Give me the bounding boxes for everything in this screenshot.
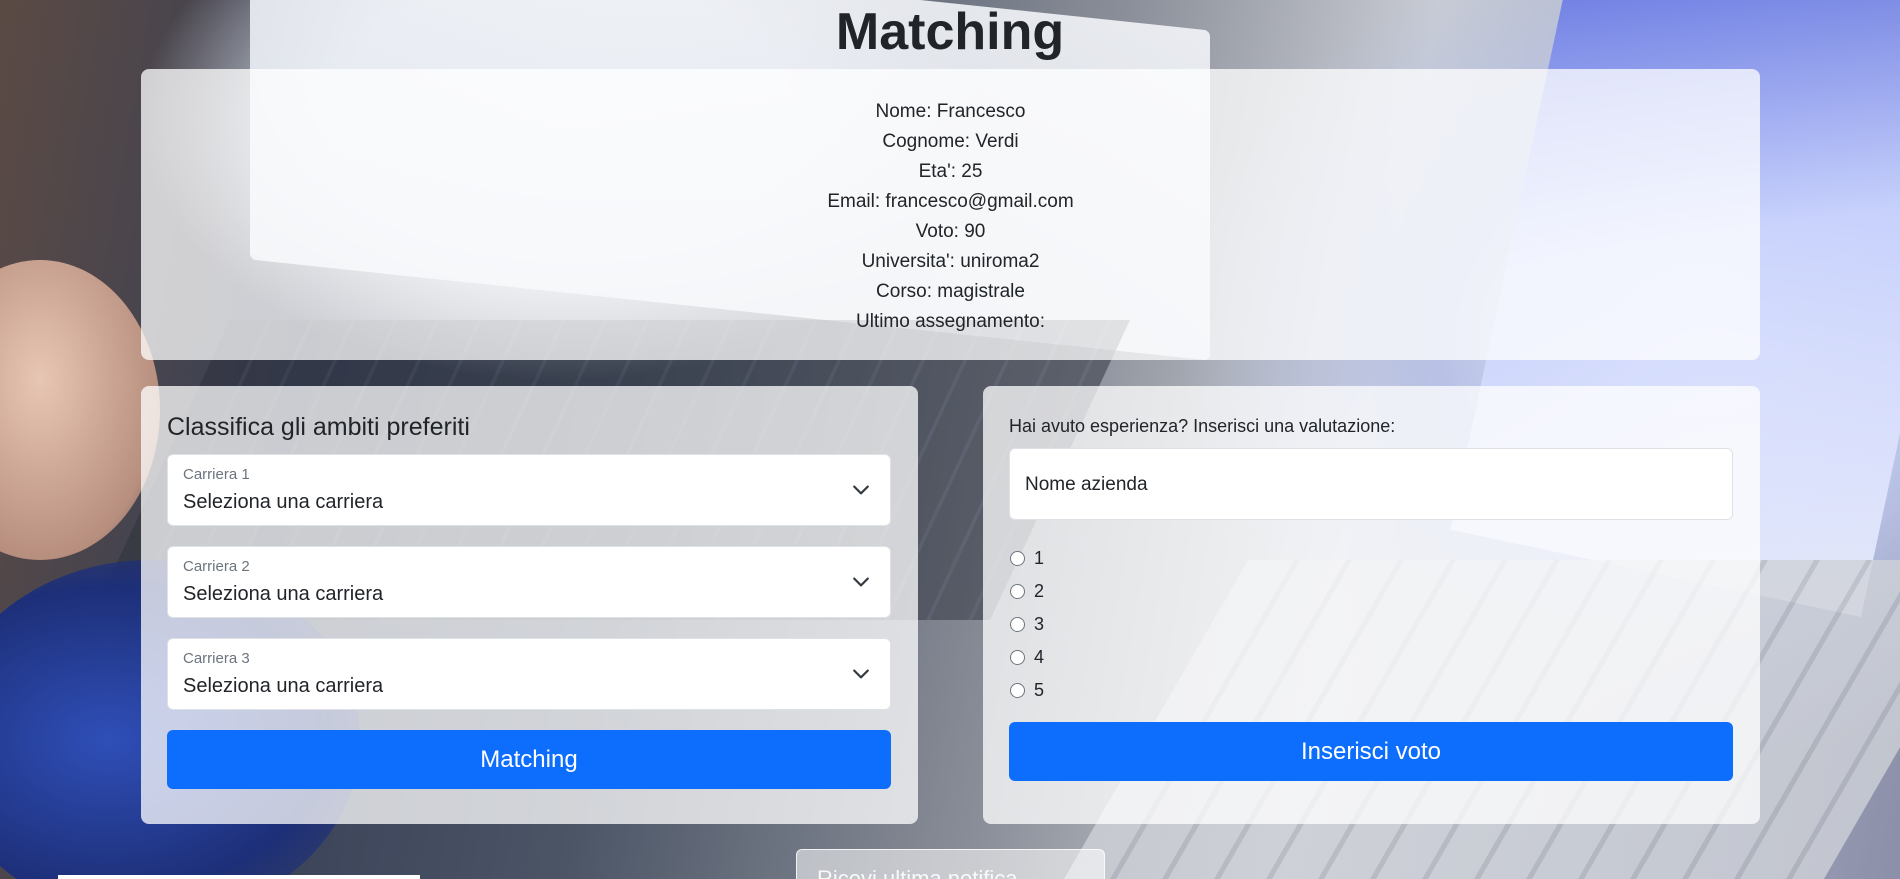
chevron-down-icon	[853, 577, 869, 587]
rating-options: 1 2 3 4 5	[1009, 542, 1734, 707]
rating-option-5[interactable]: 5	[1009, 674, 1734, 707]
preferences-title: Classifica gli ambiti preferiti	[167, 413, 470, 441]
profile-surname: Cognome: Verdi	[882, 131, 1019, 152]
rating-prompt: Hai avuto esperienza? Inserisci una valu…	[1009, 416, 1396, 436]
radio-button[interactable]	[1010, 683, 1025, 698]
career-1-label: Carriera 1	[183, 466, 250, 483]
radio-button[interactable]	[1010, 584, 1025, 599]
rating-card: Hai avuto esperienza? Inserisci una valu…	[983, 386, 1760, 824]
profile-course: Corso: magistrale	[876, 281, 1025, 302]
rating-option-2[interactable]: 2	[1009, 575, 1734, 608]
career-1-select[interactable]: Carriera 1 Seleziona una carriera	[167, 454, 891, 526]
career-2-value: Seleziona una carriera	[183, 583, 384, 605]
radio-button[interactable]	[1010, 650, 1025, 665]
matching-button[interactable]: Matching	[167, 730, 891, 789]
profile-card: Nome: Francesco Cognome: Verdi Eta': 25 …	[141, 69, 1760, 360]
submit-rating-button[interactable]: Inserisci voto	[1009, 722, 1733, 781]
profile-age: Eta': 25	[918, 161, 983, 182]
rating-option-4[interactable]: 4	[1009, 641, 1734, 674]
profile-grade: Voto: 90	[915, 221, 986, 242]
rating-option-1[interactable]: 1	[1009, 542, 1734, 575]
rating-option-label: 5	[1034, 680, 1045, 700]
chevron-down-icon	[853, 669, 869, 679]
profile-university: Universita': uniroma2	[861, 251, 1040, 272]
rating-option-3[interactable]: 3	[1009, 608, 1734, 641]
background-hand	[0, 260, 160, 560]
footer-divider	[58, 875, 420, 879]
career-2-label: Carriera 2	[183, 558, 250, 575]
rating-option-label: 2	[1034, 581, 1045, 601]
career-2-select[interactable]: Carriera 2 Seleziona una carriera	[167, 546, 891, 618]
career-3-select[interactable]: Carriera 3 Seleziona una carriera	[167, 638, 891, 710]
profile-details: Nome: Francesco Cognome: Verdi Eta': 25 …	[141, 69, 1760, 337]
rating-option-label: 3	[1034, 614, 1045, 634]
career-3-label: Carriera 3	[183, 650, 250, 667]
rating-option-label: 4	[1034, 647, 1045, 667]
profile-email: Email: francesco@gmail.com	[827, 191, 1074, 212]
preferences-card: Classifica gli ambiti preferiti Carriera…	[141, 386, 918, 824]
radio-button[interactable]	[1010, 551, 1025, 566]
chevron-down-icon	[853, 485, 869, 495]
profile-name: Nome: Francesco	[875, 101, 1026, 122]
profile-last-assignment: Ultimo assegnamento:	[855, 311, 1046, 332]
career-1-value: Seleziona una carriera	[183, 491, 384, 513]
radio-button[interactable]	[1010, 617, 1025, 632]
career-3-value: Seleziona una carriera	[183, 675, 384, 697]
rating-option-label: 1	[1034, 548, 1045, 568]
company-name-input[interactable]: Nome azienda	[1009, 448, 1733, 520]
page-title: Matching	[835, 3, 1065, 61]
last-notification-button[interactable]: Ricevi ultima notifica	[796, 849, 1105, 879]
